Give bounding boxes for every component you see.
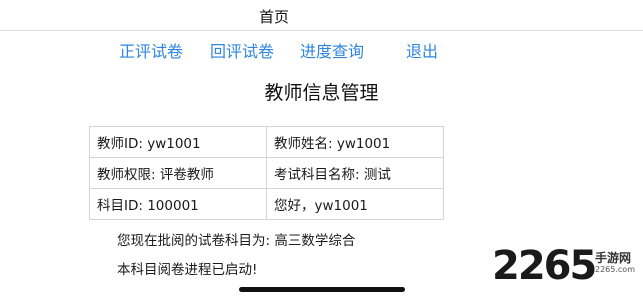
watermark-en-text: 2265.com [595,265,635,274]
teacher-permission-cell: 教师权限: 评卷教师 [89,157,267,189]
section-title-text: 教师信息管理 [264,82,379,104]
teacher-name-cell: 教师姓名: yw1001 [266,126,444,158]
main-nav: 正评试卷 回评试卷 进度查询 退出 [0,38,643,62]
top-bar: 首页 [0,0,643,31]
nav-review-grading-link[interactable]: 回评试卷 [210,38,274,62]
watermark-number: 2265 [492,243,597,289]
nav-progress-query-link[interactable]: 进度查询 [300,38,364,62]
grading-progress-text: 本科目阅卷进程已启动! [117,262,258,278]
table-row: 教师ID: yw1001 教师姓名: yw1001 [89,126,444,158]
nav-logout-link[interactable]: 退出 [406,38,438,62]
page: 首页 正评试卷 回评试卷 进度查询 退出 教师信息管理 教师ID: yw1001… [0,0,643,297]
current-subject-text: 您现在批阅的试卷科目为: 高三数学综合 [117,233,356,249]
site-watermark-logo: 2265 手游网 2265.com [492,243,642,291]
subject-id-cell: 科目ID: 100001 [89,188,267,220]
exam-subject-name-cell: 考试科目名称: 测试 [266,157,444,189]
nav-normal-grading-link[interactable]: 正评试卷 [119,38,183,62]
table-row: 教师权限: 评卷教师 考试科目名称: 测试 [89,157,444,189]
teacher-id-cell: 教师ID: yw1001 [89,126,267,158]
home-indicator[interactable] [239,287,405,292]
teacher-info-table: 教师ID: yw1001 教师姓名: yw1001 教师权限: 评卷教师 考试科… [89,126,444,220]
page-header-title: 首页 [258,8,289,26]
greeting-cell: 您好，yw1001 [266,188,444,220]
section-title: 教师信息管理 [0,78,643,105]
table-row: 科目ID: 100001 您好，yw1001 [89,188,444,220]
watermark-cn-text: 手游网 [595,251,632,265]
